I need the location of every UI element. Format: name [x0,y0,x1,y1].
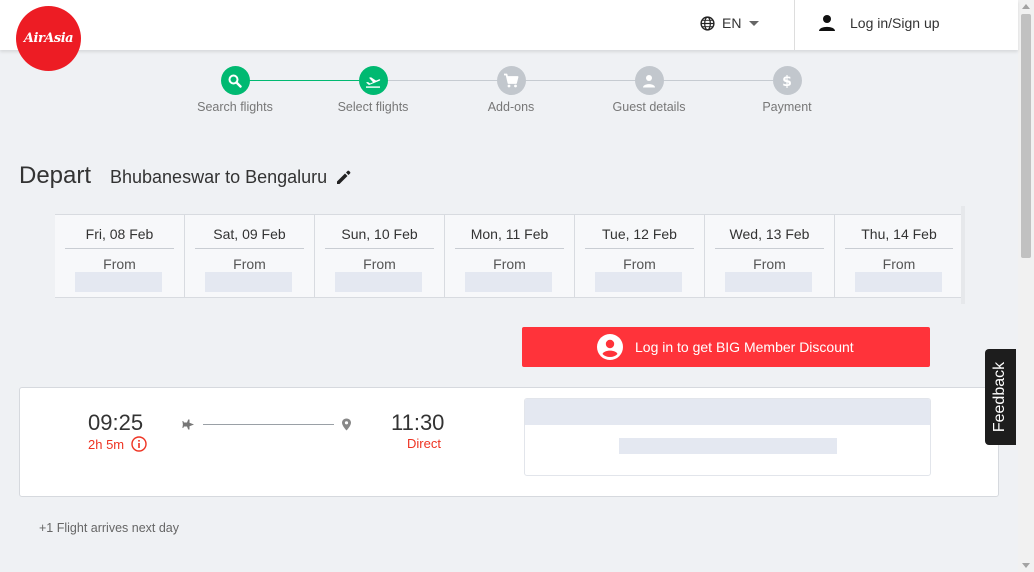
date-tab[interactable]: Thu, 14 Feb From [835,214,963,298]
user-icon [819,15,835,31]
scroll-thumb[interactable] [1021,14,1031,258]
step-guest-details: Guest details [589,66,709,114]
fare-placeholder-bar [619,438,837,454]
member-discount-login-button[interactable]: Log in to get BIG Member Discount [522,327,930,367]
date-tab[interactable]: Sun, 10 Feb From [315,214,445,298]
departure-time: 09:25 [88,410,144,435]
info-icon[interactable] [131,436,147,452]
language-code: EN [722,15,742,31]
fare-placeholder-header [525,399,930,425]
flight-duration: 2h 5m [88,436,147,452]
dollar-icon: $ [782,74,792,89]
step-label: Guest details [612,100,686,114]
globe-icon [700,15,715,31]
header-divider [794,0,795,50]
route-info: Bhubaneswar to Bengaluru [110,167,352,188]
step-circle: $ [772,66,802,95]
arrival-time: 11:30 [391,410,445,435]
price-placeholder [335,272,422,292]
step-circle [496,66,526,95]
logo-text: AirAsia [23,31,74,46]
price-placeholder [595,272,682,292]
depart-heading: Depart [19,162,92,189]
step-add-ons: Add-ons [451,66,571,114]
login-label: Log in/Sign up [850,15,940,31]
date-label: Thu, 14 Feb [845,226,953,249]
top-header: EN Log in/Sign up [0,0,1018,50]
search-icon [228,74,242,88]
feedback-tab[interactable]: Feedback [985,349,1016,445]
language-selector[interactable]: EN [700,15,760,31]
step-circle [220,66,250,95]
member-discount-label: Log in to get BIG Member Discount [635,339,854,355]
person-icon [643,74,655,87]
from-label: From [363,256,396,272]
price-placeholder [855,272,942,292]
date-tab[interactable]: Tue, 12 Feb From [575,214,705,298]
date-strip-scroll-edge [961,206,965,304]
step-payment: $ Payment [727,66,847,114]
from-label: From [103,256,136,272]
from-label: From [623,256,656,272]
step-connector-pending [387,80,773,81]
account-circle-icon [597,334,623,360]
edit-pencil-icon[interactable] [335,169,352,186]
chevron-down-icon [749,20,760,26]
date-label: Wed, 13 Feb [715,226,824,249]
price-placeholder [725,272,812,292]
flight-card[interactable]: 09:25 2h 5m 11:30 Direct [19,387,999,497]
duration-text: 2h 5m [88,436,125,452]
plane-icon [182,419,194,430]
svg-text:$: $ [782,74,792,89]
page-scrollbar[interactable] [1018,0,1034,572]
date-label: Sun, 10 Feb [325,226,434,249]
scroll-down-arrow-icon[interactable] [1022,563,1030,568]
date-tab[interactable]: Fri, 08 Feb From [55,214,185,298]
from-label: From [882,256,916,272]
step-label: Payment [762,100,812,114]
step-search-flights[interactable]: Search flights [175,66,295,114]
date-label: Mon, 11 Feb [455,226,564,249]
price-placeholder [465,272,552,292]
next-day-note: +1 Flight arrives next day [39,521,179,535]
date-label: Sat, 09 Feb [195,226,304,249]
from-label: From [493,256,526,272]
feedback-label: Feedback [991,361,1009,433]
from-label: From [233,256,266,272]
date-tab[interactable]: Wed, 13 Feb From [705,214,835,298]
airasia-logo[interactable]: AirAsia [16,6,81,71]
location-pin-icon [342,418,351,431]
date-tab[interactable]: Mon, 11 Feb From [445,214,575,298]
date-label: Fri, 08 Feb [65,226,174,249]
fare-placeholder [524,398,931,476]
step-label: Add-ons [487,100,535,114]
cart-icon [504,73,519,88]
date-label: Tue, 12 Feb [585,226,694,249]
stops-label: Direct [407,436,441,451]
login-signup-button[interactable]: Log in/Sign up [818,14,940,32]
price-placeholder [205,272,292,292]
scroll-up-arrow-icon[interactable] [1022,4,1030,9]
step-circle [358,66,388,95]
price-placeholder [75,272,162,292]
route-text: Bhubaneswar to Bengaluru [110,167,328,187]
from-label: From [753,256,786,272]
plane-takeoff-icon [366,76,381,88]
step-label: Search flights [197,100,273,114]
step-circle [634,66,664,95]
date-tab[interactable]: Sat, 09 Feb From [185,214,315,298]
step-label: Select flights [337,100,409,114]
date-selector-strip: Fri, 08 Feb From Sat, 09 Feb From Sun, 1… [55,214,963,298]
step-select-flights: Select flights [313,66,433,114]
flight-path-line [203,424,334,425]
